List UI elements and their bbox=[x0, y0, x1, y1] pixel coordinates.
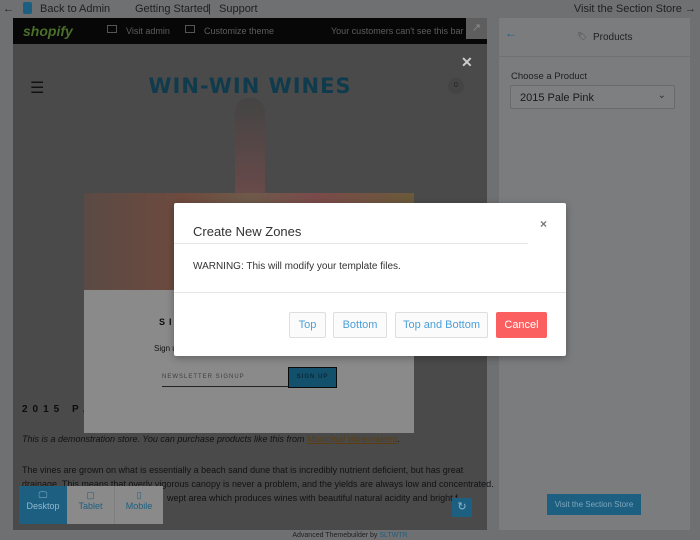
create-zones-modal: Create New Zones × WARNING: This will mo… bbox=[174, 203, 566, 356]
cart-count[interactable]: 0 bbox=[448, 78, 464, 94]
shopify-bar: shopify Visit admin Customize theme Your… bbox=[13, 18, 487, 44]
app-logo-icon bbox=[23, 2, 32, 14]
device-tablet[interactable]: ▢ Tablet bbox=[67, 486, 115, 524]
mobile-icon: ▯ bbox=[136, 490, 142, 500]
device-label: Mobile bbox=[125, 501, 153, 511]
product-select[interactable]: 2015 Pale Pink ⌄ bbox=[510, 85, 675, 109]
modal-warning: WARNING: This will modify your template … bbox=[193, 261, 401, 272]
desktop-icon: 🖵 bbox=[38, 490, 48, 500]
close-preview-icon[interactable]: ✕ bbox=[461, 54, 473, 71]
divider bbox=[499, 56, 690, 57]
getting-started-link[interactable]: Getting Started bbox=[135, 3, 209, 15]
refresh-icon[interactable]: ↻ bbox=[452, 498, 472, 517]
top-and-bottom-button[interactable]: Top and Bottom bbox=[395, 312, 488, 338]
footer-text: Advanced Themebuilder by bbox=[292, 532, 380, 539]
top-bar: ← Back to Admin Getting Started | Suppor… bbox=[0, 0, 700, 18]
shopify-logo: shopify bbox=[23, 23, 73, 39]
chevron-down-icon: ⌄ bbox=[657, 90, 666, 101]
demo-text: This is a demonstration store. You can p… bbox=[22, 434, 307, 444]
municipal-winemakers-link[interactable]: Municipal Winemakers bbox=[307, 434, 397, 444]
tag-icon: 🏷 bbox=[577, 32, 588, 41]
wine-bottle-image bbox=[235, 98, 265, 198]
tablet-icon: ▢ bbox=[86, 490, 95, 500]
modal-title: Create New Zones bbox=[193, 224, 302, 239]
demo-end: . bbox=[397, 434, 400, 444]
store-title[interactable]: WIN-WIN WINES bbox=[13, 74, 487, 98]
back-arrow-icon[interactable]: ← bbox=[505, 26, 517, 40]
sign-up-button[interactable]: SIGN UP bbox=[288, 367, 337, 388]
product-select-label: Choose a Product bbox=[511, 71, 588, 82]
visit-section-store-link[interactable]: Visit the Section Store → bbox=[574, 3, 696, 15]
footer: Advanced Themebuilder by SLTWTR bbox=[0, 532, 700, 539]
bar-notice: Your customers can't see this bar bbox=[331, 26, 464, 36]
window-icon bbox=[107, 25, 117, 33]
expand-icon[interactable]: ↗ bbox=[466, 18, 487, 39]
device-mobile[interactable]: ▯ Mobile bbox=[115, 486, 163, 524]
newsletter-input[interactable]: NEWSLETTER SIGNUP bbox=[162, 367, 288, 387]
device-label: Tablet bbox=[78, 501, 103, 511]
visit-admin-link[interactable]: Visit admin bbox=[126, 26, 170, 36]
sltwtr-link[interactable]: SLTWTR bbox=[379, 532, 407, 539]
panel-title: Products bbox=[593, 32, 633, 43]
desc-line: The vines are grown on what is essential… bbox=[22, 465, 464, 475]
selected-product: 2015 Pale Pink bbox=[520, 92, 594, 104]
device-switcher: 🖵 Desktop ▢ Tablet ▯ Mobile bbox=[19, 486, 163, 524]
cancel-button[interactable]: Cancel bbox=[496, 312, 547, 338]
divider bbox=[174, 292, 566, 293]
support-link[interactable]: Support bbox=[219, 3, 258, 15]
bottom-button[interactable]: Bottom bbox=[333, 312, 387, 338]
back-arrow-icon[interactable]: ← bbox=[3, 3, 14, 15]
admin-link[interactable]: Admin bbox=[79, 3, 110, 15]
window-icon bbox=[185, 25, 195, 33]
divider bbox=[174, 243, 528, 244]
device-desktop[interactable]: 🖵 Desktop bbox=[19, 486, 67, 524]
separator: | bbox=[208, 3, 211, 15]
visit-section-store-button[interactable]: Visit the Section Store bbox=[547, 494, 641, 515]
back-link[interactable]: Back to bbox=[40, 3, 77, 15]
top-button[interactable]: Top bbox=[289, 312, 326, 338]
device-label: Desktop bbox=[26, 501, 60, 511]
customize-theme-link[interactable]: Customize theme bbox=[204, 26, 274, 36]
close-icon[interactable]: × bbox=[540, 217, 547, 231]
